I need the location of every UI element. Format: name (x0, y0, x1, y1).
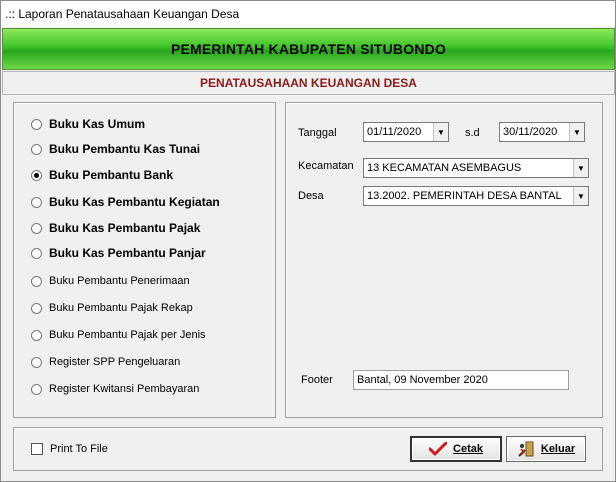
desa-value: 13.2002. PEMERINTAH DESA BANTAL (367, 190, 562, 202)
kecamatan-label: Kecamatan (298, 160, 354, 172)
radio-register-kwitansi-pembayaran[interactable]: Register Kwitansi Pembayaran (31, 383, 199, 395)
radio-label: Buku Kas Umum (49, 117, 146, 131)
kecamatan-select[interactable]: 13 KECAMATAN ASEMBAGUS ▼ (363, 158, 589, 178)
footer-input[interactable]: Bantal, 09 November 2020 (353, 370, 569, 390)
report-window: .:: Laporan Penatausahaan Keuangan Desa … (0, 0, 616, 482)
chevron-down-icon[interactable]: ▼ (433, 123, 448, 141)
footer-label: Footer (301, 374, 333, 386)
radio-buku-kas-pembantu-pajak[interactable]: Buku Kas Pembantu Pajak (31, 221, 200, 235)
radio-label: Buku Pembantu Bank (49, 168, 174, 182)
radio-dot[interactable] (31, 356, 42, 368)
chevron-down-icon[interactable]: ▼ (573, 159, 588, 177)
date-to-picker[interactable]: 30/11/2020 ▼ (499, 122, 585, 142)
radio-dot[interactable] (31, 143, 42, 155)
date-from-picker[interactable]: 01/11/2020 ▼ (363, 122, 449, 142)
radio-dot-selected[interactable] (31, 169, 42, 181)
checkmark-icon (429, 442, 448, 456)
radio-label: Buku Pembantu Pajak per Jenis (49, 329, 206, 341)
radio-register-spp-pengeluaran[interactable]: Register SPP Pengeluaran (31, 356, 180, 368)
radio-dot[interactable] (31, 247, 42, 259)
keluar-label: Keluar (540, 443, 576, 455)
radio-label: Buku Kas Pembantu Pajak (49, 221, 201, 235)
radio-buku-pembantu-penerimaan[interactable]: Buku Pembantu Penerimaan (31, 275, 190, 287)
radio-label: Register Kwitansi Pembayaran (49, 383, 200, 395)
radio-buku-pembantu-pajak-per-jenis[interactable]: Buku Pembantu Pajak per Jenis (31, 329, 206, 341)
cetak-label: Cetak (453, 443, 483, 455)
desa-select[interactable]: 13.2002. PEMERINTAH DESA BANTAL ▼ (363, 186, 589, 206)
exit-icon (517, 440, 535, 458)
radio-label: Register SPP Pengeluaran (49, 356, 181, 368)
checkbox-box[interactable] (31, 443, 43, 455)
print-to-file-label: Print To File (50, 443, 108, 455)
radio-label: Buku Pembantu Kas Tunai (49, 142, 201, 156)
banner-title: PEMERINTAH KABUPATEN SITUBONDO (170, 41, 447, 57)
chevron-down-icon[interactable]: ▼ (573, 187, 588, 205)
radio-label: Buku Pembantu Penerimaan (49, 275, 190, 287)
filter-group: Tanggal 01/11/2020 ▼ s.d 30/11/2020 ▼ Ke… (285, 102, 603, 418)
radio-dot[interactable] (31, 118, 42, 130)
radio-buku-pembantu-bank[interactable]: Buku Pembantu Bank (31, 168, 173, 182)
date-to-value: 30/11/2020 (503, 126, 558, 138)
subtitle-text: PENATAUSAHAAN KEUANGAN DESA (200, 76, 417, 90)
kecamatan-value: 13 KECAMATAN ASEMBAGUS (367, 162, 522, 174)
radio-buku-kas-pembantu-kegiatan[interactable]: Buku Kas Pembantu Kegiatan (31, 195, 220, 209)
cetak-button[interactable]: Cetak (410, 436, 502, 462)
radio-dot[interactable] (31, 302, 42, 314)
sd-label: s.d (465, 127, 480, 139)
window-title: .:: Laporan Penatausahaan Keuangan Desa (1, 1, 615, 27)
report-type-group: Buku Kas Umum Buku Pembantu Kas Tunai Bu… (13, 102, 276, 418)
radio-dot[interactable] (31, 329, 42, 341)
keluar-button[interactable]: Keluar (506, 436, 586, 462)
header-banner: PEMERINTAH KABUPATEN SITUBONDO (2, 28, 615, 70)
radio-buku-kas-pembantu-panjar[interactable]: Buku Kas Pembantu Panjar (31, 246, 206, 260)
chevron-down-icon[interactable]: ▼ (569, 123, 584, 141)
radio-buku-kas-umum[interactable]: Buku Kas Umum (31, 117, 145, 131)
radio-label: Buku Pembantu Pajak Rekap (49, 302, 193, 314)
radio-label: Buku Kas Pembantu Kegiatan (49, 195, 220, 209)
action-bar: Print To File Cetak Keluar (13, 427, 603, 471)
print-to-file-checkbox[interactable]: Print To File (31, 443, 108, 455)
radio-label: Buku Kas Pembantu Panjar (49, 246, 206, 260)
radio-dot[interactable] (31, 222, 42, 234)
radio-dot[interactable] (31, 196, 42, 208)
radio-buku-pembantu-kas-tunai[interactable]: Buku Pembantu Kas Tunai (31, 142, 200, 156)
radio-dot[interactable] (31, 275, 42, 287)
date-from-value: 01/11/2020 (367, 126, 422, 138)
radio-buku-pembantu-pajak-rekap[interactable]: Buku Pembantu Pajak Rekap (31, 302, 193, 314)
radio-dot[interactable] (31, 383, 42, 395)
tanggal-label: Tanggal (298, 127, 337, 139)
desa-label: Desa (298, 190, 324, 202)
subtitle-bar: PENATAUSAHAAN KEUANGAN DESA (2, 71, 615, 95)
